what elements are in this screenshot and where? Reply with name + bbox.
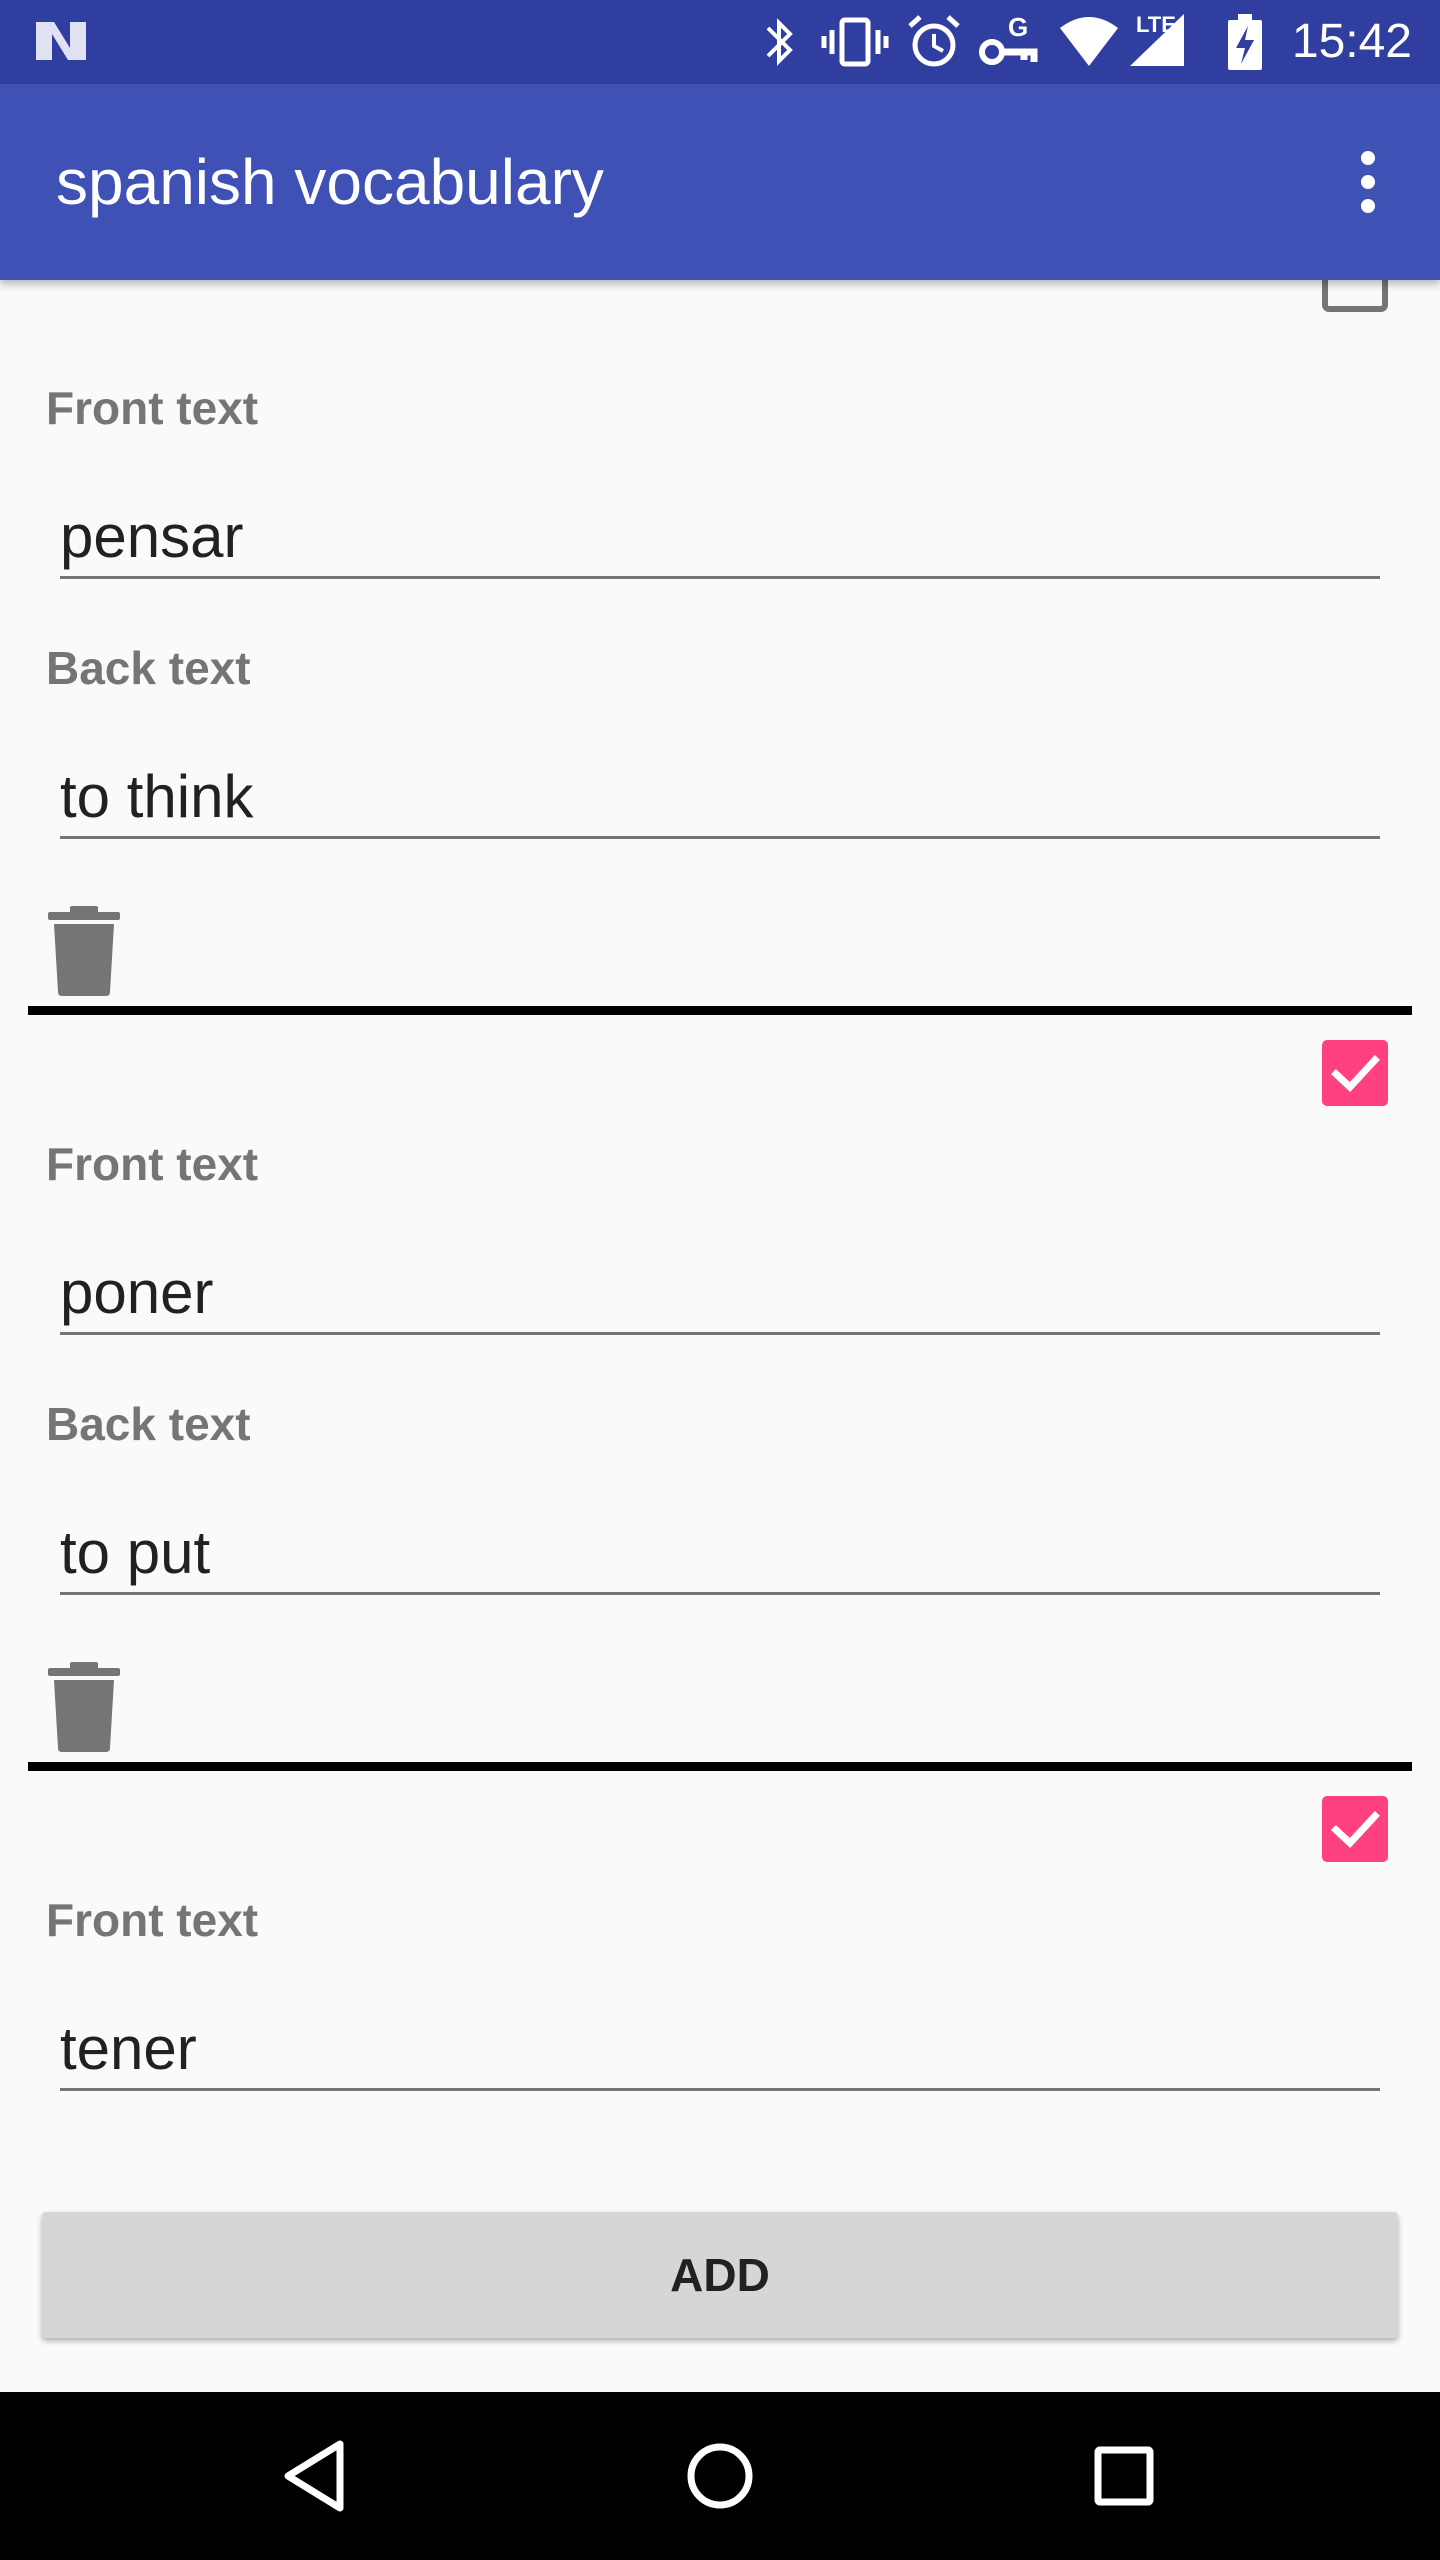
wifi-icon bbox=[1060, 17, 1118, 66]
recents-icon bbox=[1094, 2446, 1154, 2506]
status-time: 15:42 bbox=[1291, 15, 1412, 68]
home-icon bbox=[687, 2443, 753, 2509]
trash-icon bbox=[48, 1662, 120, 1752]
card-3-back-label: Back text bbox=[46, 2152, 251, 2160]
card-1-front-field[interactable] bbox=[60, 496, 1380, 579]
network-type-label: LTE bbox=[1136, 12, 1176, 37]
card-list[interactable]: Front text Back text Front text Back tex… bbox=[0, 280, 1440, 2160]
notification-n-icon bbox=[36, 22, 86, 60]
trash-icon bbox=[48, 906, 120, 996]
card-1-back-label: Back text bbox=[46, 642, 251, 694]
battery-charging-icon bbox=[1228, 14, 1262, 70]
card-1-checkbox[interactable] bbox=[1322, 280, 1388, 312]
card-2-back-input[interactable] bbox=[60, 1512, 1380, 1592]
card-2-front-label: Front text bbox=[46, 1138, 259, 1190]
svg-text:G: G bbox=[1008, 12, 1028, 42]
card-2-delete-button[interactable] bbox=[46, 1662, 122, 1752]
card-divider bbox=[28, 1762, 1412, 1771]
card-divider bbox=[28, 1006, 1412, 1015]
card-2-checkbox[interactable] bbox=[1322, 1040, 1388, 1106]
overflow-menu-button[interactable] bbox=[1320, 134, 1416, 230]
nav-back-button[interactable] bbox=[266, 2426, 366, 2526]
alarm-icon bbox=[908, 15, 960, 67]
card-3-front-input[interactable] bbox=[60, 2008, 1380, 2088]
card-2-back-field[interactable] bbox=[60, 1512, 1380, 1595]
card-1-back-input[interactable] bbox=[60, 756, 1380, 836]
vpn-key-icon: G bbox=[979, 12, 1038, 65]
signal-icon: LTE bbox=[1128, 12, 1198, 72]
back-icon bbox=[284, 2440, 344, 2512]
nav-recents-button[interactable] bbox=[1074, 2426, 1174, 2526]
nav-home-button[interactable] bbox=[670, 2426, 770, 2526]
card-1-front-input[interactable] bbox=[60, 496, 1380, 576]
card-2-front-field[interactable] bbox=[60, 1252, 1380, 1335]
vibrate-icon bbox=[821, 17, 889, 67]
card-3-checkbox[interactable] bbox=[1322, 1796, 1388, 1862]
card-2-back-label: Back text bbox=[46, 1398, 251, 1450]
navigation-bar bbox=[0, 2392, 1440, 2560]
app-bar: spanish vocabulary bbox=[0, 84, 1440, 280]
card-1-delete-button[interactable] bbox=[46, 906, 122, 996]
card-3-front-field[interactable] bbox=[60, 2008, 1380, 2091]
card-1-front-label: Front text bbox=[46, 382, 259, 434]
app-title: spanish vocabulary bbox=[56, 146, 604, 218]
card-3-front-label: Front text bbox=[46, 1894, 259, 1946]
card-2-front-input[interactable] bbox=[60, 1252, 1380, 1332]
bluetooth-icon bbox=[766, 18, 793, 66]
status-bar: G LTE 15:42 bbox=[0, 0, 1440, 84]
card-1-back-field[interactable] bbox=[60, 756, 1380, 839]
add-button[interactable]: ADD bbox=[42, 2212, 1398, 2338]
more-vert-icon bbox=[1361, 151, 1375, 213]
